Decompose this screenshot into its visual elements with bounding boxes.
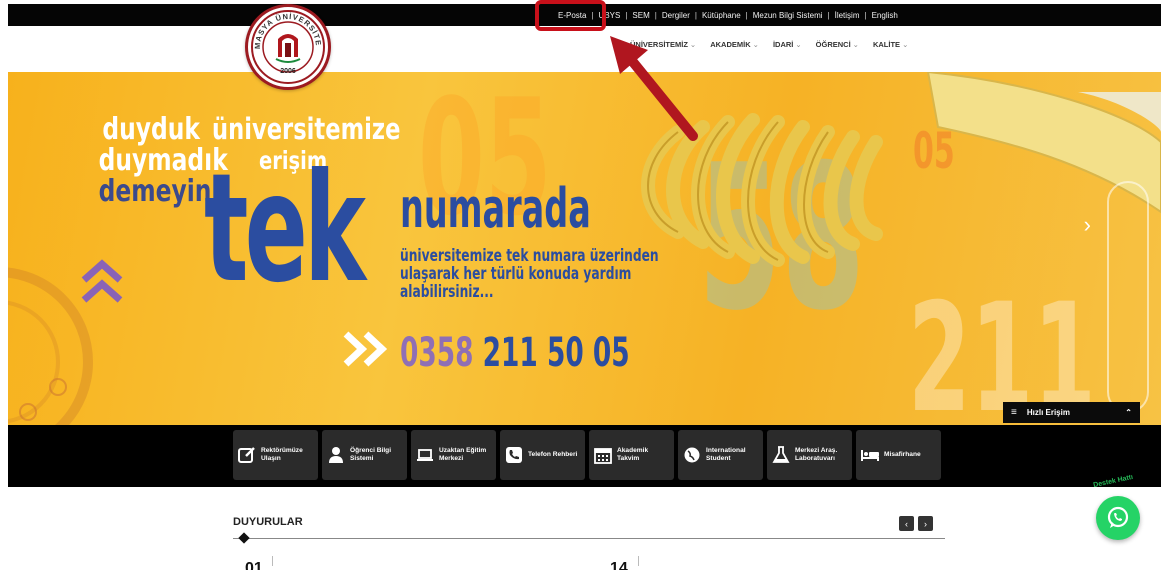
top-link-iletisim[interactable]: İletişim — [835, 11, 860, 20]
phone-icon — [504, 445, 524, 465]
tile-rektor[interactable]: Rektörümüze Ulaşın — [233, 430, 318, 480]
telephone-illustration — [641, 72, 1161, 413]
calendar-icon — [593, 445, 613, 465]
top-link-english[interactable]: English — [872, 11, 898, 20]
quick-access-label: Hızlı Erişim — [1026, 408, 1070, 417]
divider-diamond — [238, 532, 250, 544]
chevron-down-icon: ⌄ — [752, 40, 759, 49]
quick-access-toggle[interactable]: ≡ Hızlı Erişim ⌃ — [1003, 402, 1140, 423]
hero-phone-number: 0358 211 50 05 — [400, 330, 630, 376]
chevron-up-icon: ⌃ — [1125, 408, 1132, 417]
hero-tek-text: tek — [204, 142, 366, 316]
nav-akademik[interactable]: AKADEMİK ⌄ — [710, 40, 759, 49]
tile-telefon[interactable]: Telefon Rehberi — [500, 430, 585, 480]
laptop-icon — [415, 445, 435, 465]
double-chevron-right-icon — [343, 331, 388, 367]
flask-icon — [771, 445, 791, 465]
hero-slogan: duyduk duymadık demeyin — [98, 112, 228, 209]
quick-links: Rektörümüze Ulaşın Öğrenci Bilgi Sistemi… — [233, 430, 941, 480]
hero-univ-text: üniversitemize — [212, 112, 401, 146]
chevron-left-icon[interactable]: ‹ — [899, 516, 914, 531]
chevron-down-icon: ⌄ — [689, 40, 697, 49]
page: E-Posta | UBYS | SEM | Dergiler | Kütüphane |… — [0, 0, 1161, 570]
hero-banner[interactable]: 05 58 211 05 duyduk duymadık demeyin üni… — [8, 72, 1161, 425]
date-separator — [272, 556, 273, 566]
top-link-kutuphane[interactable]: Kütüphane — [702, 11, 741, 20]
globe-icon — [682, 445, 702, 465]
main-nav-bar — [8, 26, 1161, 72]
annotation-highlight-box — [535, 0, 606, 31]
user-icon — [326, 445, 346, 465]
nav-kalite[interactable]: KALİTE ⌄ — [873, 40, 908, 49]
top-link-mezun[interactable]: Mezun Bilgi Sistemi — [753, 11, 823, 20]
chevron-down-icon: ⌄ — [852, 40, 859, 49]
hero-description: üniversitemize tek numara üzerinden ulaş… — [400, 246, 659, 302]
tile-lab[interactable]: Merkezi Araş. Laboratuvarı — [767, 430, 852, 480]
hero-numarada-text: numarada — [400, 177, 591, 240]
tile-uzem[interactable]: Uzaktan Eğitim Merkezi — [411, 430, 496, 480]
announcements-title: DUYURULAR — [233, 516, 303, 528]
edit-icon — [237, 445, 257, 465]
top-link-dergiler[interactable]: Dergiler — [662, 11, 690, 20]
nav-ogrenci[interactable]: ÖĞRENCİ ⌄ — [816, 40, 859, 49]
tile-misafirhane[interactable]: Misafirhane — [856, 430, 941, 480]
announcements-divider — [233, 538, 945, 539]
logo-seal: AMASYA ÜNİVERSİTESİ 2006 — [245, 0, 325, 84]
bed-icon — [860, 445, 880, 465]
tile-obs[interactable]: Öğrenci Bilgi Sistemi — [322, 430, 407, 480]
university-logo[interactable]: AMASYA ÜNİVERSİTESİ 2006 — [245, 0, 331, 90]
announcement-date: 14 — [610, 560, 628, 570]
svg-text:2006: 2006 — [280, 68, 296, 75]
chevron-right-icon[interactable]: › — [918, 516, 933, 531]
menu-icon: ≡ — [1011, 407, 1017, 418]
chevron-down-icon: ⌄ — [795, 40, 802, 49]
announcement-date: 01 — [245, 560, 263, 570]
whatsapp-icon — [1107, 506, 1129, 528]
tile-international[interactable]: International Student — [678, 430, 763, 480]
top-links: E-Posta | UBYS | SEM | Dergiler | Kütüphane |… — [558, 10, 898, 20]
whatsapp-button[interactable] — [1096, 496, 1140, 540]
nav-universitemiz[interactable]: ÜNİVERSİTEMİZ ⌄ — [630, 40, 696, 49]
tile-takvim[interactable]: Akademik Takvim — [589, 430, 674, 480]
chevron-down-icon: ⌄ — [902, 40, 909, 49]
date-separator — [638, 556, 639, 566]
nav-idari[interactable]: İDARİ ⌄ — [773, 40, 802, 49]
main-nav: ÜNİVERSİTEMİZ ⌄ AKADEMİK ⌄ İDARİ ⌄ ÖĞRENCİ ⌄… — [630, 40, 908, 49]
carousel-next-icon[interactable]: › — [1084, 212, 1091, 238]
top-link-sem[interactable]: SEM — [632, 11, 649, 20]
double-chevron-up-icon — [81, 259, 123, 303]
